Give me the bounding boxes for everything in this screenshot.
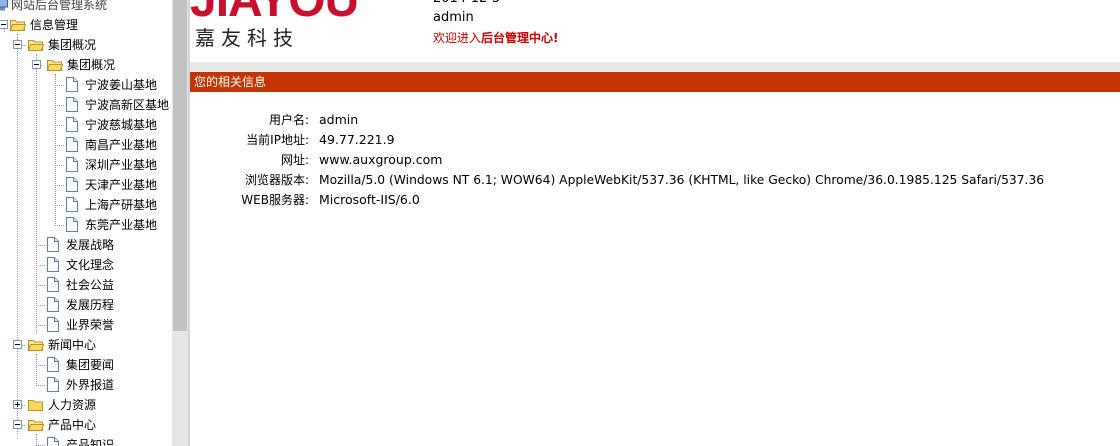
panel-title: 您的相关信息	[190, 72, 1120, 92]
info-label: 用户名:	[268, 113, 309, 127]
tree-scrollbar[interactable]	[172, 0, 188, 446]
logo-chinese: 嘉友科技	[195, 26, 299, 50]
tree-item-label: 外界报道	[66, 378, 115, 392]
document-icon	[47, 357, 59, 372]
info-label: 当前IP地址:	[246, 133, 309, 147]
tree-item-charity[interactable]: 社会公益	[0, 275, 170, 295]
document-icon	[66, 217, 78, 232]
tree-item-label: 业界荣誉	[66, 318, 115, 332]
info-value: Microsoft-IIS/6.0	[319, 192, 420, 207]
document-icon	[47, 257, 59, 272]
current-user: admin	[433, 10, 474, 25]
document-icon	[66, 177, 78, 192]
welcome-prefix: 欢迎进入	[433, 31, 482, 45]
tree-item-group-overview-sub[interactable]: 集团概况	[0, 55, 170, 75]
tree-item-label: 产品知识	[66, 438, 115, 446]
current-date: 2014-12-5	[433, 0, 500, 6]
nav-tree: 网站后台管理系统 信息管理 集团概况 集团概况 宁波姜山基地 宁波高新区基地 宁…	[0, 0, 172, 446]
document-icon	[66, 117, 78, 132]
tree-item-label: 新闻中心	[48, 338, 97, 352]
tree-item-product-knowledge[interactable]: 产品知识	[0, 435, 170, 446]
info-label: 网址:	[280, 153, 309, 167]
document-icon	[66, 97, 78, 112]
collapse-toggle-icon[interactable]	[13, 40, 22, 49]
info-label: 浏览器版本:	[244, 173, 309, 187]
folder-open-icon	[10, 20, 26, 31]
tree-item-label: 集团概况	[67, 58, 116, 72]
tree-item-media-reports[interactable]: 外界报道	[0, 375, 170, 395]
tree-item-label: 东莞产业基地	[85, 218, 158, 232]
collapse-toggle-icon[interactable]	[13, 420, 22, 429]
collapse-toggle-icon[interactable]	[13, 340, 22, 349]
document-icon	[47, 437, 59, 446]
info-label: WEB服务器:	[241, 193, 309, 207]
tree-item-group-overview[interactable]: 集团概况	[0, 35, 170, 55]
document-icon	[66, 157, 78, 172]
folder-open-icon	[28, 340, 44, 351]
tree-item-group-news[interactable]: 集团要闻	[0, 355, 170, 375]
tree-item-hr[interactable]: 人力资源	[0, 395, 170, 415]
computer-icon	[0, 0, 8, 11]
folder-open-icon	[28, 420, 44, 431]
info-value: admin	[319, 112, 359, 127]
welcome-bold: 后台管理中心!	[481, 31, 559, 45]
info-row-username: 用户名: admin	[190, 110, 1120, 130]
tree-item-strategy[interactable]: 发展战略	[0, 235, 170, 255]
tree-item-label: 集团要闻	[66, 358, 115, 372]
tree-item-base-dongguan[interactable]: 东莞产业基地	[0, 215, 170, 235]
info-row-server: WEB服务器: Microsoft-IIS/6.0	[190, 190, 1120, 210]
info-row-ip: 当前IP地址: 49.77.221.9	[190, 130, 1120, 150]
tree-item-label: 产品中心	[48, 418, 97, 432]
tree-item-base-jiangshan[interactable]: 宁波姜山基地	[0, 75, 170, 95]
collapse-toggle-icon[interactable]	[0, 20, 8, 29]
document-icon	[66, 197, 78, 212]
tree-item-label: 宁波姜山基地	[85, 78, 158, 92]
info-value: Mozilla/5.0 (Windows NT 6.1; WOW64) Appl…	[319, 173, 1045, 187]
tree-item-history[interactable]: 发展历程	[0, 295, 170, 315]
folder-icon	[28, 400, 43, 411]
document-icon	[47, 277, 59, 292]
header-separator	[190, 62, 1120, 72]
tree-item-label: 发展历程	[66, 298, 115, 312]
tree-item-label: 人力资源	[48, 398, 97, 412]
tree-item-label: 发展战略	[66, 238, 115, 252]
tree-item-label: 社会公益	[66, 278, 115, 292]
tree-item-label: 文化理念	[66, 258, 115, 272]
collapse-toggle-icon[interactable]	[32, 60, 41, 69]
info-row-website: 网址: www.auxgroup.com	[190, 150, 1120, 170]
logo: JIAYOU	[190, 0, 359, 27]
folder-open-icon	[47, 60, 63, 71]
document-icon	[47, 297, 59, 312]
document-icon	[47, 377, 59, 392]
info-row-browser: 浏览器版本: Mozilla/5.0 (Windows NT 6.1; WOW6…	[190, 170, 1120, 190]
document-icon	[66, 137, 78, 152]
expand-toggle-icon[interactable]	[13, 400, 22, 409]
folder-open-icon	[28, 40, 44, 51]
tree-item-news-center[interactable]: 新闻中心	[0, 335, 170, 355]
info-value: www.auxgroup.com	[319, 152, 443, 167]
tree-item-info-management[interactable]: 信息管理	[0, 15, 170, 35]
tree-item-label: 集团概况	[48, 38, 97, 52]
info-value: 49.77.221.9	[319, 132, 395, 147]
document-icon	[47, 317, 59, 332]
main-frame: JIAYOU 嘉友科技 2014-12-5 admin 欢迎进入后台管理中心! …	[190, 0, 1120, 446]
document-icon	[47, 237, 59, 252]
tree-item-product-center[interactable]: 产品中心	[0, 415, 170, 435]
tree-item-label: 信息管理	[30, 18, 79, 32]
tree-root-label: 网站后台管理系统	[11, 0, 108, 12]
welcome-message: 欢迎进入后台管理中心!	[433, 30, 559, 46]
tree-item-honors[interactable]: 业界荣誉	[0, 315, 170, 335]
tree-item-culture[interactable]: 文化理念	[0, 255, 170, 275]
document-icon	[66, 77, 78, 92]
